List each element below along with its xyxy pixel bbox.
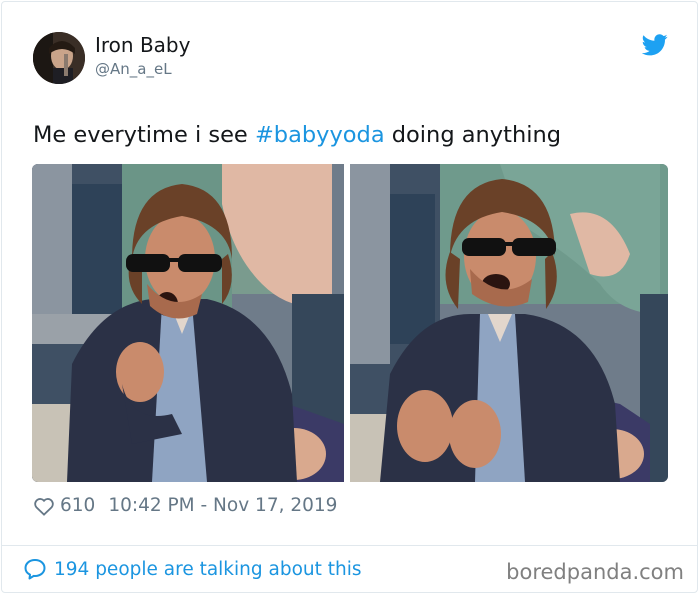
like-count[interactable]: 610	[60, 495, 95, 516]
tweet-photo-left[interactable]	[32, 164, 344, 482]
conversation-link[interactable]: 194 people are talking about this	[23, 557, 362, 581]
tweet-meta: 610 10:42 PM - Nov 17, 2019	[33, 495, 337, 516]
tweet-text: Me everytime i see #babyyoda doing anyth…	[33, 122, 561, 148]
tweet-text-start: Me everytime i see	[33, 122, 255, 148]
tweet-photo-right[interactable]	[350, 164, 668, 482]
tweet-text-end: doing anything	[384, 122, 561, 148]
speech-bubble-icon	[24, 559, 46, 580]
hashtag-link[interactable]: #babyyoda	[255, 122, 385, 148]
heart-icon[interactable]	[33, 496, 55, 516]
watermark: boredpanda.com	[506, 560, 684, 584]
display-name[interactable]: Iron Baby	[95, 33, 190, 57]
divider	[1, 545, 698, 546]
avatar[interactable]	[33, 32, 85, 84]
tweet-timestamp[interactable]: 10:42 PM - Nov 17, 2019	[108, 495, 337, 516]
talking-count-text: 194 people are talking about this	[54, 558, 362, 580]
twitter-bird-icon[interactable]	[642, 34, 668, 56]
user-handle[interactable]: @An_a_eL	[95, 60, 172, 78]
